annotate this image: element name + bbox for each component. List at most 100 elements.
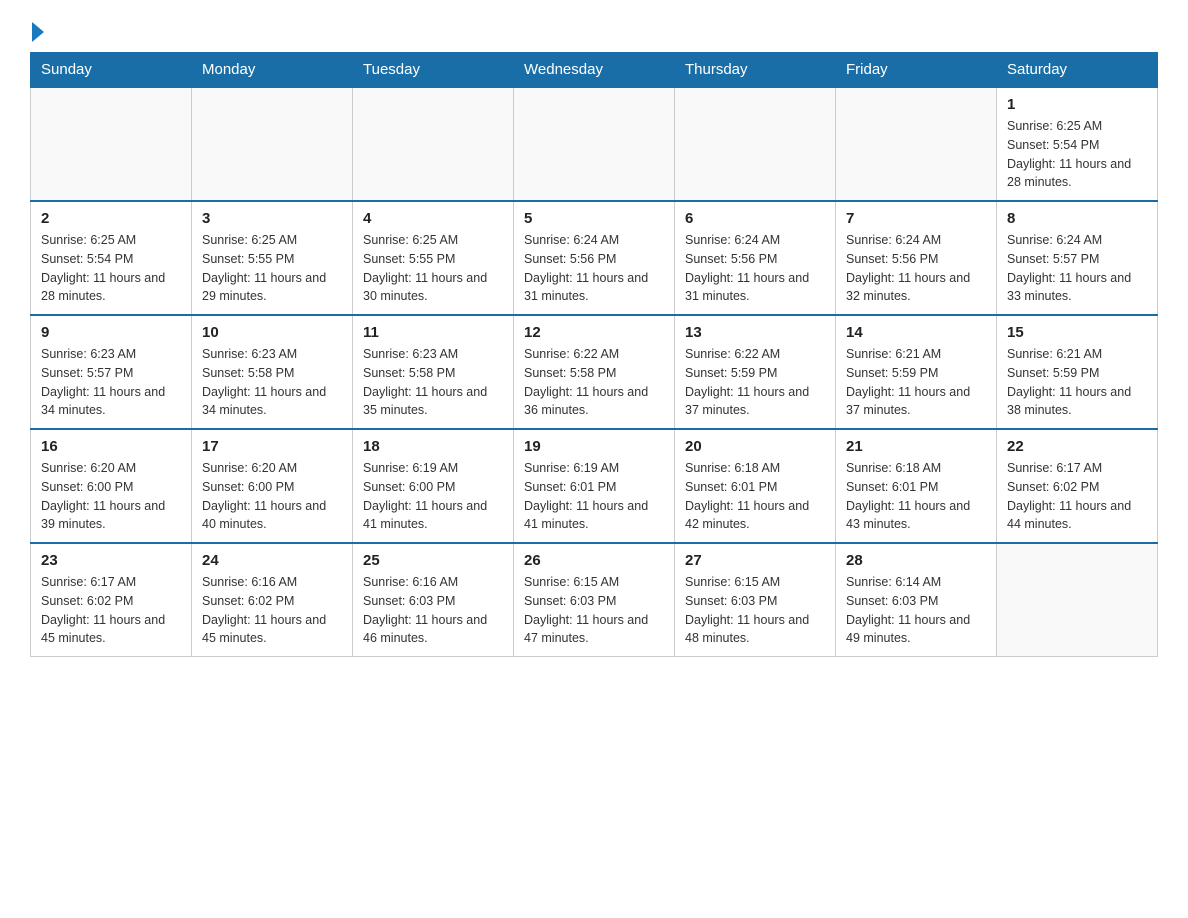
calendar-cell: 10 Sunrise: 6:23 AMSunset: 5:58 PMDayligh… xyxy=(192,315,353,429)
day-number: 8 xyxy=(1007,210,1147,227)
day-info: Sunrise: 6:15 AMSunset: 6:03 PMDaylight:… xyxy=(685,573,825,648)
day-info: Sunrise: 6:15 AMSunset: 6:03 PMDaylight:… xyxy=(524,573,664,648)
day-number: 24 xyxy=(202,552,342,569)
day-number: 25 xyxy=(363,552,503,569)
calendar-table: SundayMondayTuesdayWednesdayThursdayFrid… xyxy=(30,52,1158,657)
calendar-day-header: Saturday xyxy=(997,53,1158,88)
logo xyxy=(30,20,44,42)
day-number: 12 xyxy=(524,324,664,341)
calendar-cell: 9Sunrise: 6:23 AMSunset: 5:57 PMDaylight… xyxy=(31,315,192,429)
calendar-cell: 14Sunrise: 6:21 AMSunset: 5:59 PMDayligh… xyxy=(836,315,997,429)
calendar-cell: 4 Sunrise: 6:25 AMSunset: 5:55 PMDaylight… xyxy=(353,201,514,315)
calendar-cell: 25Sunrise: 6:16 AMSunset: 6:03 PMDayligh… xyxy=(353,543,514,657)
day-number: 16 xyxy=(41,438,181,455)
calendar-header-row: SundayMondayTuesdayWednesdayThursdayFrid… xyxy=(31,53,1158,88)
calendar-cell: 21Sunrise: 6:18 AMSunset: 6:01 PMDayligh… xyxy=(836,429,997,543)
day-info: Sunrise: 6:25 AMSunset: 5:55 PMDaylight:… xyxy=(202,231,342,306)
calendar-day-header: Sunday xyxy=(31,53,192,88)
day-info: Sunrise: 6:22 AMSunset: 5:59 PMDaylight:… xyxy=(685,345,825,420)
day-number: 7 xyxy=(846,210,986,227)
calendar-cell: 17 Sunrise: 6:20 AMSunset: 6:00 PMDayligh… xyxy=(192,429,353,543)
day-number: 9 xyxy=(41,324,181,341)
calendar-cell: 26 Sunrise: 6:15 AMSunset: 6:03 PMDayligh… xyxy=(514,543,675,657)
calendar-cell: 18 Sunrise: 6:19 AMSunset: 6:00 PMDayligh… xyxy=(353,429,514,543)
calendar-cell: 8 Sunrise: 6:24 AMSunset: 5:57 PMDaylight… xyxy=(997,201,1158,315)
calendar-cell: 20 Sunrise: 6:18 AMSunset: 6:01 PMDayligh… xyxy=(675,429,836,543)
day-number: 26 xyxy=(524,552,664,569)
day-number: 27 xyxy=(685,552,825,569)
day-info: Sunrise: 6:19 AMSunset: 6:01 PMDaylight:… xyxy=(524,459,664,534)
calendar-cell: 7Sunrise: 6:24 AMSunset: 5:56 PMDaylight… xyxy=(836,201,997,315)
calendar-cell xyxy=(514,87,675,201)
day-number: 10 xyxy=(202,324,342,341)
day-number: 20 xyxy=(685,438,825,455)
calendar-cell: 6 Sunrise: 6:24 AMSunset: 5:56 PMDaylight… xyxy=(675,201,836,315)
calendar-cell: 12Sunrise: 6:22 AMSunset: 5:58 PMDayligh… xyxy=(514,315,675,429)
day-info: Sunrise: 6:24 AMSunset: 5:56 PMDaylight:… xyxy=(685,231,825,306)
day-info: Sunrise: 6:23 AMSunset: 5:58 PMDaylight:… xyxy=(363,345,503,420)
calendar-cell: 23 Sunrise: 6:17 AMSunset: 6:02 PMDayligh… xyxy=(31,543,192,657)
day-number: 4 xyxy=(363,210,503,227)
calendar-cell xyxy=(997,543,1158,657)
day-number: 14 xyxy=(846,324,986,341)
day-number: 11 xyxy=(363,324,503,341)
day-number: 22 xyxy=(1007,438,1147,455)
calendar-cell: 22 Sunrise: 6:17 AMSunset: 6:02 PMDayligh… xyxy=(997,429,1158,543)
calendar-cell: 27 Sunrise: 6:15 AMSunset: 6:03 PMDayligh… xyxy=(675,543,836,657)
calendar-day-header: Friday xyxy=(836,53,997,88)
day-number: 28 xyxy=(846,552,986,569)
logo-arrow-icon xyxy=(32,22,44,42)
calendar-day-header: Wednesday xyxy=(514,53,675,88)
calendar-cell: 19 Sunrise: 6:19 AMSunset: 6:01 PMDayligh… xyxy=(514,429,675,543)
day-number: 18 xyxy=(363,438,503,455)
day-number: 19 xyxy=(524,438,664,455)
day-number: 23 xyxy=(41,552,181,569)
day-number: 15 xyxy=(1007,324,1147,341)
day-info: Sunrise: 6:17 AMSunset: 6:02 PMDaylight:… xyxy=(1007,459,1147,534)
day-number: 3 xyxy=(202,210,342,227)
calendar-day-header: Thursday xyxy=(675,53,836,88)
day-number: 6 xyxy=(685,210,825,227)
calendar-cell: 5Sunrise: 6:24 AMSunset: 5:56 PMDaylight… xyxy=(514,201,675,315)
calendar-cell: 15 Sunrise: 6:21 AMSunset: 5:59 PMDayligh… xyxy=(997,315,1158,429)
day-number: 17 xyxy=(202,438,342,455)
calendar-cell: 2 Sunrise: 6:25 AMSunset: 5:54 PMDaylight… xyxy=(31,201,192,315)
calendar-cell xyxy=(192,87,353,201)
calendar-cell: 24 Sunrise: 6:16 AMSunset: 6:02 PMDayligh… xyxy=(192,543,353,657)
day-info: Sunrise: 6:18 AMSunset: 6:01 PMDaylight:… xyxy=(685,459,825,534)
calendar-cell xyxy=(836,87,997,201)
day-info: Sunrise: 6:18 AMSunset: 6:01 PMDaylight:… xyxy=(846,459,986,534)
day-info: Sunrise: 6:19 AMSunset: 6:00 PMDaylight:… xyxy=(363,459,503,534)
calendar-day-header: Monday xyxy=(192,53,353,88)
page-header xyxy=(30,20,1158,42)
calendar-day-header: Tuesday xyxy=(353,53,514,88)
day-info: Sunrise: 6:23 AMSunset: 5:58 PMDaylight:… xyxy=(202,345,342,420)
day-info: Sunrise: 6:20 AMSunset: 6:00 PMDaylight:… xyxy=(41,459,181,534)
day-info: Sunrise: 6:14 AMSunset: 6:03 PMDaylight:… xyxy=(846,573,986,648)
calendar-cell xyxy=(353,87,514,201)
calendar-cell xyxy=(31,87,192,201)
day-info: Sunrise: 6:21 AMSunset: 5:59 PMDaylight:… xyxy=(1007,345,1147,420)
day-info: Sunrise: 6:25 AMSunset: 5:54 PMDaylight:… xyxy=(1007,117,1147,192)
day-number: 2 xyxy=(41,210,181,227)
week-row: 9Sunrise: 6:23 AMSunset: 5:57 PMDaylight… xyxy=(31,315,1158,429)
day-info: Sunrise: 6:24 AMSunset: 5:57 PMDaylight:… xyxy=(1007,231,1147,306)
day-info: Sunrise: 6:20 AMSunset: 6:00 PMDaylight:… xyxy=(202,459,342,534)
day-info: Sunrise: 6:25 AMSunset: 5:55 PMDaylight:… xyxy=(363,231,503,306)
week-row: 2 Sunrise: 6:25 AMSunset: 5:54 PMDaylight… xyxy=(31,201,1158,315)
calendar-cell: 16 Sunrise: 6:20 AMSunset: 6:00 PMDayligh… xyxy=(31,429,192,543)
calendar-cell: 13 Sunrise: 6:22 AMSunset: 5:59 PMDayligh… xyxy=(675,315,836,429)
calendar-cell: 28 Sunrise: 6:14 AMSunset: 6:03 PMDayligh… xyxy=(836,543,997,657)
day-info: Sunrise: 6:24 AMSunset: 5:56 PMDaylight:… xyxy=(524,231,664,306)
day-info: Sunrise: 6:16 AMSunset: 6:02 PMDaylight:… xyxy=(202,573,342,648)
day-info: Sunrise: 6:25 AMSunset: 5:54 PMDaylight:… xyxy=(41,231,181,306)
week-row: 16 Sunrise: 6:20 AMSunset: 6:00 PMDayligh… xyxy=(31,429,1158,543)
day-info: Sunrise: 6:17 AMSunset: 6:02 PMDaylight:… xyxy=(41,573,181,648)
day-number: 13 xyxy=(685,324,825,341)
calendar-cell: 11 Sunrise: 6:23 AMSunset: 5:58 PMDayligh… xyxy=(353,315,514,429)
week-row: 1Sunrise: 6:25 AMSunset: 5:54 PMDaylight… xyxy=(31,87,1158,201)
calendar-cell: 3 Sunrise: 6:25 AMSunset: 5:55 PMDaylight… xyxy=(192,201,353,315)
week-row: 23 Sunrise: 6:17 AMSunset: 6:02 PMDayligh… xyxy=(31,543,1158,657)
calendar-cell: 1Sunrise: 6:25 AMSunset: 5:54 PMDaylight… xyxy=(997,87,1158,201)
calendar-cell xyxy=(675,87,836,201)
